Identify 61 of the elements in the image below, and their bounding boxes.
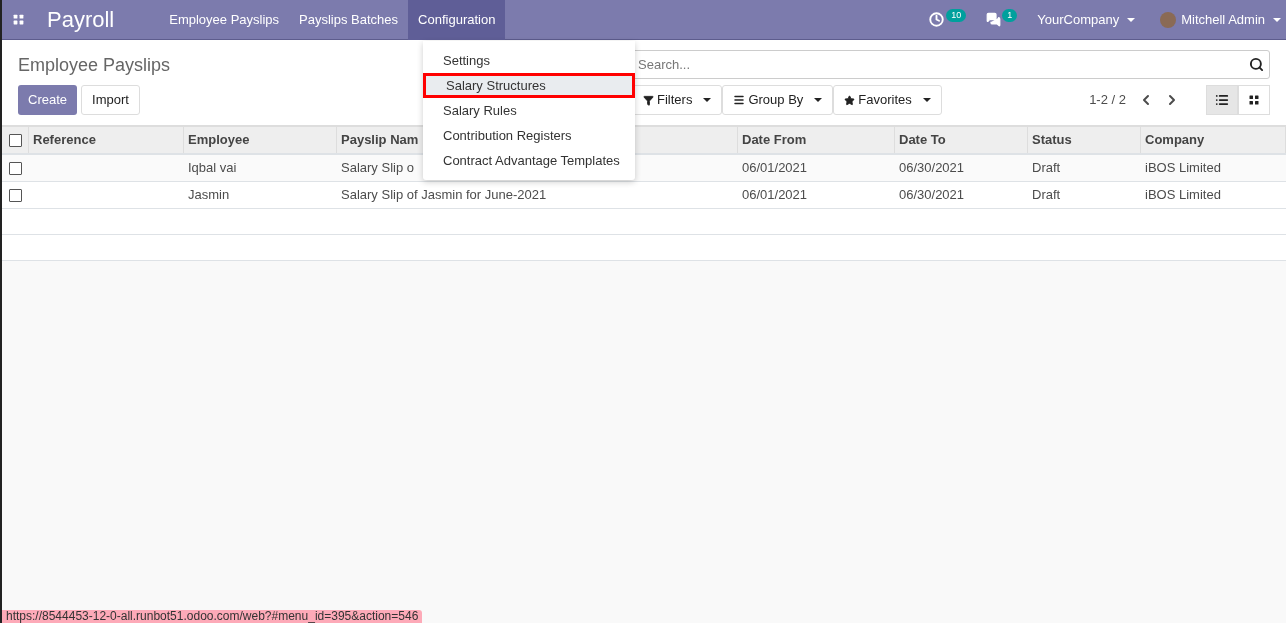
list-icon: [1215, 93, 1229, 107]
table-cell-text: Draft: [1032, 159, 1061, 178]
grid-icon: [1248, 94, 1260, 106]
column-header[interactable]: Date From: [738, 127, 895, 153]
column-header[interactable]: Employee: [184, 127, 337, 153]
filter-icon: [643, 94, 654, 106]
search-filter-button[interactable]: Filters: [632, 85, 723, 115]
table-cell-text: 06/30/2021: [899, 186, 965, 205]
page-title: Employee Payslips: [18, 54, 171, 74]
messages-icon[interactable]: [986, 12, 1002, 27]
list-view-button[interactable]: [1206, 85, 1238, 115]
search-filter-button[interactable]: Favorites: [833, 85, 942, 115]
caret-icon: [1273, 17, 1281, 22]
column-header[interactable]: Company: [1141, 127, 1286, 153]
list-lines-icon: [733, 94, 746, 106]
column-header[interactable]: Date To: [895, 127, 1028, 153]
search-icon[interactable]: [1249, 57, 1264, 72]
table-cell-text: 06/30/2021: [899, 159, 965, 178]
activity-count: 10: [946, 9, 967, 22]
caret-icon: [814, 98, 823, 102]
star-icon: [844, 94, 856, 106]
search-filter-button[interactable]: Group By: [722, 85, 834, 115]
company-switcher[interactable]: YourCompany: [1037, 9, 1136, 30]
search-field[interactable]: Search...: [632, 50, 1270, 79]
dropdown-item[interactable]: Contribution Registers: [423, 123, 635, 148]
table-cell-text: Salary Slip of Jasmin for June-2021: [341, 186, 547, 205]
caret-icon: [922, 98, 931, 102]
create-button[interactable]: Create: [18, 85, 78, 115]
table-cell-text: iBOS Limited: [1145, 186, 1221, 205]
caret-icon: [703, 98, 712, 102]
user-avatar: [1160, 11, 1177, 28]
checkbox[interactable]: [9, 188, 22, 202]
pager-value: 1-2 / 2: [1089, 91, 1126, 110]
table-cell-text: iBOS Limited: [1145, 159, 1221, 178]
dropdown-item[interactable]: Salary Structures: [423, 73, 635, 98]
checkbox[interactable]: [8, 133, 22, 147]
table-cell-text: Draft: [1032, 186, 1061, 205]
dropdown-item[interactable]: Contract Advantage Templates: [423, 148, 635, 173]
table-cell-text: Salary Slip o: [341, 159, 414, 178]
app-title: Payroll: [47, 6, 115, 34]
status-url-tooltip: https://8544453-12-0-all.runbot51.odoo.com/web?#menu_id=395&action=546: [2, 610, 423, 623]
dropdown-item[interactable]: Settings: [423, 48, 635, 73]
nav-menu-item[interactable]: Payslips Batches: [289, 0, 409, 40]
dropdown-item[interactable]: Salary Rules: [423, 98, 635, 123]
table-cell-text: 06/01/2021: [742, 186, 808, 205]
column-header[interactable]: Status: [1028, 127, 1141, 153]
activity-icon[interactable]: [929, 12, 945, 27]
kanban-view-button[interactable]: [1238, 85, 1270, 115]
search-input[interactable]: Search...: [638, 54, 1249, 75]
message-count: 1: [1002, 9, 1018, 22]
checkbox[interactable]: [9, 161, 22, 175]
table-cell-text: 06/01/2021: [742, 159, 808, 178]
table-cell-text: Jasmin: [188, 186, 230, 205]
nav-menu-item[interactable]: Employee Payslips: [159, 0, 290, 40]
import-button[interactable]: Import: [81, 85, 140, 115]
column-header[interactable]: Reference: [29, 127, 184, 153]
apps-menu-icon[interactable]: [12, 13, 25, 26]
nav-menu-item[interactable]: Configuration: [408, 0, 506, 40]
caret-icon: [1127, 17, 1136, 22]
table-cell-text: Iqbal vai: [188, 159, 237, 178]
user-menu[interactable]: Mitchell Admin: [1181, 9, 1281, 30]
